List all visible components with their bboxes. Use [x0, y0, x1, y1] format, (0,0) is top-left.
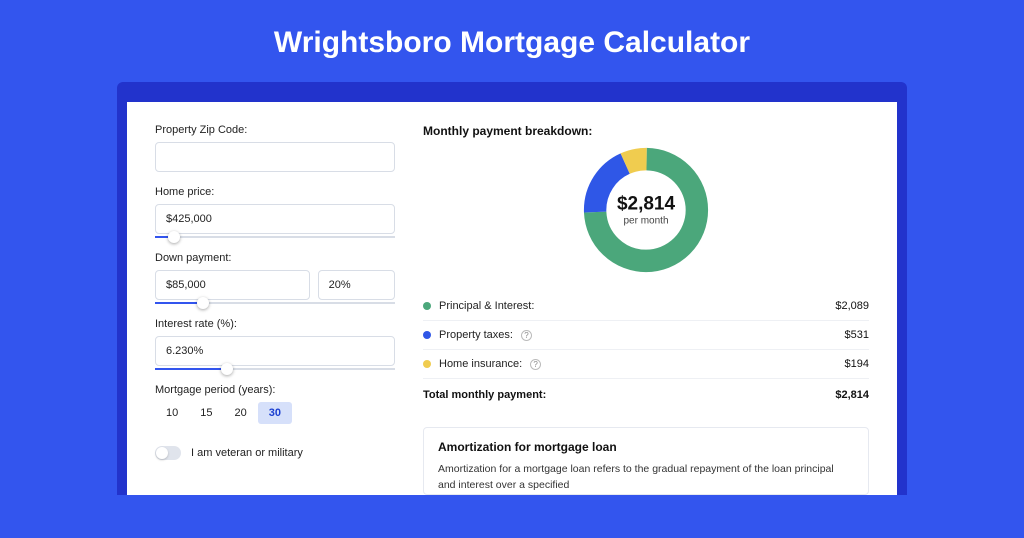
home-price-input[interactable] [155, 204, 395, 234]
donut-center: $2,814 per month [617, 194, 675, 227]
line-items: Principal & Interest: $2,089 Property taxe… [423, 292, 869, 378]
legend-dot [423, 302, 431, 310]
down-payment-input[interactable] [155, 270, 310, 300]
period-button-15[interactable]: 15 [189, 402, 223, 424]
veteran-label: I am veteran or military [191, 447, 303, 459]
line-item-text: Home insurance: [439, 358, 522, 370]
donut-per-month: per month [617, 216, 675, 227]
slider-fill [155, 302, 203, 304]
total-row: Total monthly payment: $2,814 [423, 378, 869, 413]
period-button-10[interactable]: 10 [155, 402, 189, 424]
zip-field: Property Zip Code: [155, 124, 395, 172]
line-item-value: $531 [845, 329, 869, 341]
home-price-field: Home price: [155, 186, 395, 238]
legend-dot [423, 360, 431, 368]
legend-dot [423, 331, 431, 339]
total-value: $2,814 [835, 389, 869, 401]
veteran-row: I am veteran or military [155, 446, 395, 460]
line-item-value: $194 [845, 358, 869, 370]
slider-thumb[interactable] [221, 363, 233, 375]
zip-label: Property Zip Code: [155, 124, 395, 136]
rate-slider[interactable] [155, 368, 395, 370]
period-label: Mortgage period (years): [155, 384, 395, 396]
line-item-text: Principal & Interest: [439, 300, 534, 312]
down-payment-pct-input[interactable] [318, 270, 395, 300]
down-payment-label: Down payment: [155, 252, 395, 264]
donut-total: $2,814 [617, 194, 675, 216]
total-label: Total monthly payment: [423, 389, 546, 401]
down-payment-field: Down payment: [155, 252, 395, 304]
card-backdrop: Property Zip Code: Home price: Down paym… [117, 82, 907, 495]
donut-chart: $2,814 per month [423, 146, 869, 274]
line-item: Home insurance:? $194 [423, 350, 869, 378]
help-icon[interactable]: ? [530, 359, 541, 370]
zip-input[interactable] [155, 142, 395, 172]
period-button-20[interactable]: 20 [224, 402, 258, 424]
calculator-card: Property Zip Code: Home price: Down paym… [127, 102, 897, 495]
line-item-text: Property taxes: [439, 329, 513, 341]
line-item: Principal & Interest: $2,089 [423, 292, 869, 321]
page-title: Wrightsboro Mortgage Calculator [0, 26, 1024, 60]
amortization-title: Amortization for mortgage loan [438, 440, 854, 454]
down-payment-slider[interactable] [155, 302, 395, 304]
line-item-label: Home insurance:? [423, 358, 541, 370]
line-item: Property taxes:? $531 [423, 321, 869, 350]
home-price-label: Home price: [155, 186, 395, 198]
period-button-30[interactable]: 30 [258, 402, 292, 424]
breakdown-panel: Monthly payment breakdown: $2,814 per mo… [423, 124, 869, 495]
line-item-label: Property taxes:? [423, 329, 532, 341]
rate-field: Interest rate (%): [155, 318, 395, 370]
period-field: Mortgage period (years): 10152030 [155, 384, 395, 424]
line-item-value: $2,089 [835, 300, 869, 312]
veteran-toggle[interactable] [155, 446, 181, 460]
rate-label: Interest rate (%): [155, 318, 395, 330]
help-icon[interactable]: ? [521, 330, 532, 341]
slider-thumb[interactable] [168, 231, 180, 243]
breakdown-heading: Monthly payment breakdown: [423, 124, 869, 138]
slider-fill [155, 368, 227, 370]
amortization-text: Amortization for a mortgage loan refers … [438, 462, 854, 494]
slider-thumb[interactable] [197, 297, 209, 309]
amortization-box: Amortization for mortgage loan Amortizat… [423, 427, 869, 495]
home-price-slider[interactable] [155, 236, 395, 238]
period-buttons: 10152030 [155, 402, 395, 424]
line-item-label: Principal & Interest: [423, 300, 534, 312]
rate-input[interactable] [155, 336, 395, 366]
form-panel: Property Zip Code: Home price: Down paym… [155, 124, 395, 495]
